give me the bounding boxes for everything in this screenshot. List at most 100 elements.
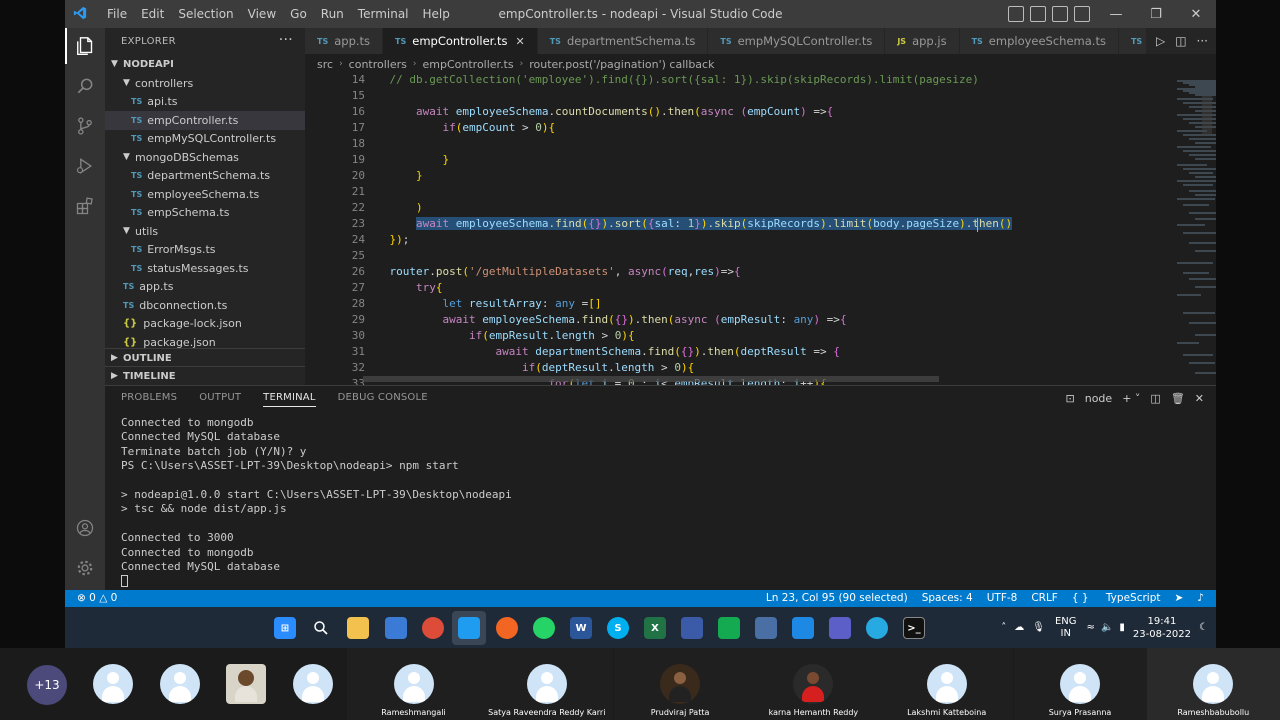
timeline-section[interactable]: ▶ TIMELINE: [105, 366, 305, 385]
panel-tab-problems[interactable]: PROBLEMS: [121, 392, 177, 407]
customize-layout-icon[interactable]: [1074, 6, 1090, 22]
store-icon[interactable]: [755, 617, 777, 639]
skype-icon[interactable]: S: [607, 617, 629, 639]
code-line[interactable]: 22 ): [305, 200, 1105, 216]
file-item[interactable]: TS employeeSchema.ts: [105, 185, 305, 204]
tray-overflow-icon[interactable]: ˄: [1001, 622, 1006, 633]
explorer-root-folder[interactable]: ▼ NODEAPI: [105, 54, 305, 74]
menu-item-help[interactable]: Help: [416, 7, 457, 21]
notepad-icon[interactable]: [385, 617, 407, 639]
participant-tile[interactable]: Satya Raveendra Reddy Karri: [480, 648, 614, 720]
feedback-icon[interactable]: ➤: [1174, 592, 1183, 604]
video-player-icon[interactable]: [792, 617, 814, 639]
file-item[interactable]: TS dbconnection.ts: [105, 296, 305, 315]
split-terminal-icon[interactable]: ◫: [1150, 392, 1160, 405]
menu-item-terminal[interactable]: Terminal: [351, 7, 416, 21]
toggle-panel-icon[interactable]: [1030, 6, 1046, 22]
folder-item[interactable]: ▼ mongoDBSchemas: [105, 148, 305, 167]
code-line[interactable]: 20 }: [305, 168, 1105, 184]
code-line[interactable]: 14 // db.getCollection('employee').find(…: [305, 72, 1105, 88]
focus-assist-icon[interactable]: ☾: [1199, 622, 1208, 633]
file-explorer-icon[interactable]: [347, 617, 369, 639]
editor-tab[interactable]: TS empMySQLController.ts: [708, 28, 886, 54]
file-item[interactable]: TS empSchema.ts: [105, 204, 305, 223]
file-item[interactable]: TS departmentSchema.ts: [105, 167, 305, 186]
code-line[interactable]: 32 if(deptResult.length > 0){: [305, 360, 1105, 376]
editor-tab[interactable]: TS empController.ts ✕: [383, 28, 538, 54]
code-line[interactable]: 23 await employeeSchema.find({}).sort({s…: [305, 216, 1105, 232]
cursor-position[interactable]: Ln 23, Col 95 (90 selected): [766, 592, 908, 604]
mongodb-compass-icon[interactable]: [718, 617, 740, 639]
code-line[interactable]: 29 await employeeSchema.find({}).then(as…: [305, 312, 1105, 328]
folder-item[interactable]: ▼ controllers: [105, 74, 305, 93]
accounts-icon[interactable]: [65, 510, 105, 546]
edge-icon[interactable]: [866, 617, 888, 639]
whatsapp-icon[interactable]: [533, 617, 555, 639]
taskbar-search-icon[interactable]: [310, 617, 332, 639]
menu-item-run[interactable]: Run: [314, 7, 351, 21]
panel-tab-debug-console[interactable]: DEBUG CONSOLE: [338, 392, 428, 407]
microphone-icon[interactable]: 🎙: [1032, 622, 1045, 633]
toggle-sidebar-icon[interactable]: [1008, 6, 1024, 22]
minimize-icon[interactable]: —: [1096, 0, 1136, 28]
menu-item-file[interactable]: File: [100, 7, 134, 21]
terminal-output[interactable]: Connected to mongodb Connected MySQL data…: [121, 416, 1201, 589]
editor-horizontal-scrollbar[interactable]: [363, 376, 939, 382]
input-language[interactable]: ENG IN: [1055, 616, 1077, 640]
more-participants-badge[interactable]: +13: [27, 665, 67, 705]
run-debug-icon[interactable]: [65, 148, 105, 184]
terminal-app-icon[interactable]: >_: [903, 617, 925, 639]
file-item[interactable]: TS empController.ts: [105, 111, 305, 130]
postman-icon[interactable]: [496, 617, 518, 639]
panel-tab-terminal[interactable]: TERMINAL: [263, 392, 316, 407]
extensions-icon[interactable]: [65, 188, 105, 224]
code-line[interactable]: 25: [305, 248, 1105, 264]
participant-tile[interactable]: Prudviraj Patta: [613, 648, 747, 720]
editor-tab[interactable]: TS employeeSchema.ts: [959, 28, 1119, 54]
problems-status[interactable]: ⊗ 0 △ 0: [77, 592, 117, 604]
run-icon[interactable]: ▷: [1156, 34, 1165, 48]
network-tool-icon[interactable]: [681, 617, 703, 639]
participant-tile[interactable]: karna Hemanth Reddy: [746, 648, 880, 720]
editor-vertical-scrollbar[interactable]: [1202, 96, 1212, 136]
more-actions-icon[interactable]: ···: [279, 32, 293, 48]
wifi-icon[interactable]: ≈: [1087, 622, 1095, 633]
file-item[interactable]: {} package-lock.json: [105, 315, 305, 334]
code-line[interactable]: 31 await departmentSchema.find({}).then(…: [305, 344, 1105, 360]
breadcrumb-item[interactable]: controllers: [349, 58, 407, 71]
battery-icon[interactable]: ▮: [1119, 622, 1125, 633]
menu-item-go[interactable]: Go: [283, 7, 314, 21]
code-line[interactable]: 28 let resultArray: any =[]: [305, 296, 1105, 312]
editor-tab[interactable]: TS app.ts: [305, 28, 384, 54]
encoding[interactable]: UTF-8: [987, 592, 1018, 604]
end-of-line[interactable]: CRLF: [1031, 592, 1058, 604]
clock[interactable]: 19:41 23-08-2022: [1133, 615, 1191, 641]
code-line[interactable]: 27 try{: [305, 280, 1105, 296]
code-line[interactable]: 18: [305, 136, 1105, 152]
menu-item-selection[interactable]: Selection: [171, 7, 240, 21]
breadcrumb-item[interactable]: router.post('/pagination') callback: [529, 58, 714, 71]
split-editor-icon[interactable]: ◫: [1175, 34, 1186, 48]
code-line[interactable]: 24 });: [305, 232, 1105, 248]
participant-tile[interactable]: Rameshmangali: [347, 648, 480, 720]
file-item[interactable]: TS app.ts: [105, 278, 305, 297]
participant-tile[interactable]: [279, 648, 346, 720]
manage-gear-icon[interactable]: [65, 550, 105, 586]
code-line[interactable]: 21: [305, 184, 1105, 200]
editor-tab[interactable]: TS departmentSchema.ts: [537, 28, 709, 54]
onedrive-icon[interactable]: ☁: [1014, 622, 1024, 633]
terminal-shell-name[interactable]: node: [1085, 392, 1112, 405]
outline-section[interactable]: ▶ OUTLINE: [105, 348, 305, 367]
panel-tab-output[interactable]: OUTPUT: [199, 392, 241, 407]
toggle-secondary-sidebar-icon[interactable]: [1052, 6, 1068, 22]
file-item[interactable]: TS api.ts: [105, 93, 305, 112]
menu-item-view[interactable]: View: [241, 7, 283, 21]
kill-terminal-icon[interactable]: 🗑: [1171, 392, 1185, 405]
source-control-icon[interactable]: [65, 108, 105, 144]
explorer-icon[interactable]: [65, 28, 105, 64]
participant-tile[interactable]: [146, 648, 213, 720]
search-icon[interactable]: [65, 68, 105, 104]
chrome-icon[interactable]: [422, 617, 444, 639]
breadcrumb-item[interactable]: src: [317, 58, 333, 71]
notifications-bell-icon[interactable]: ♪: [1197, 592, 1204, 604]
